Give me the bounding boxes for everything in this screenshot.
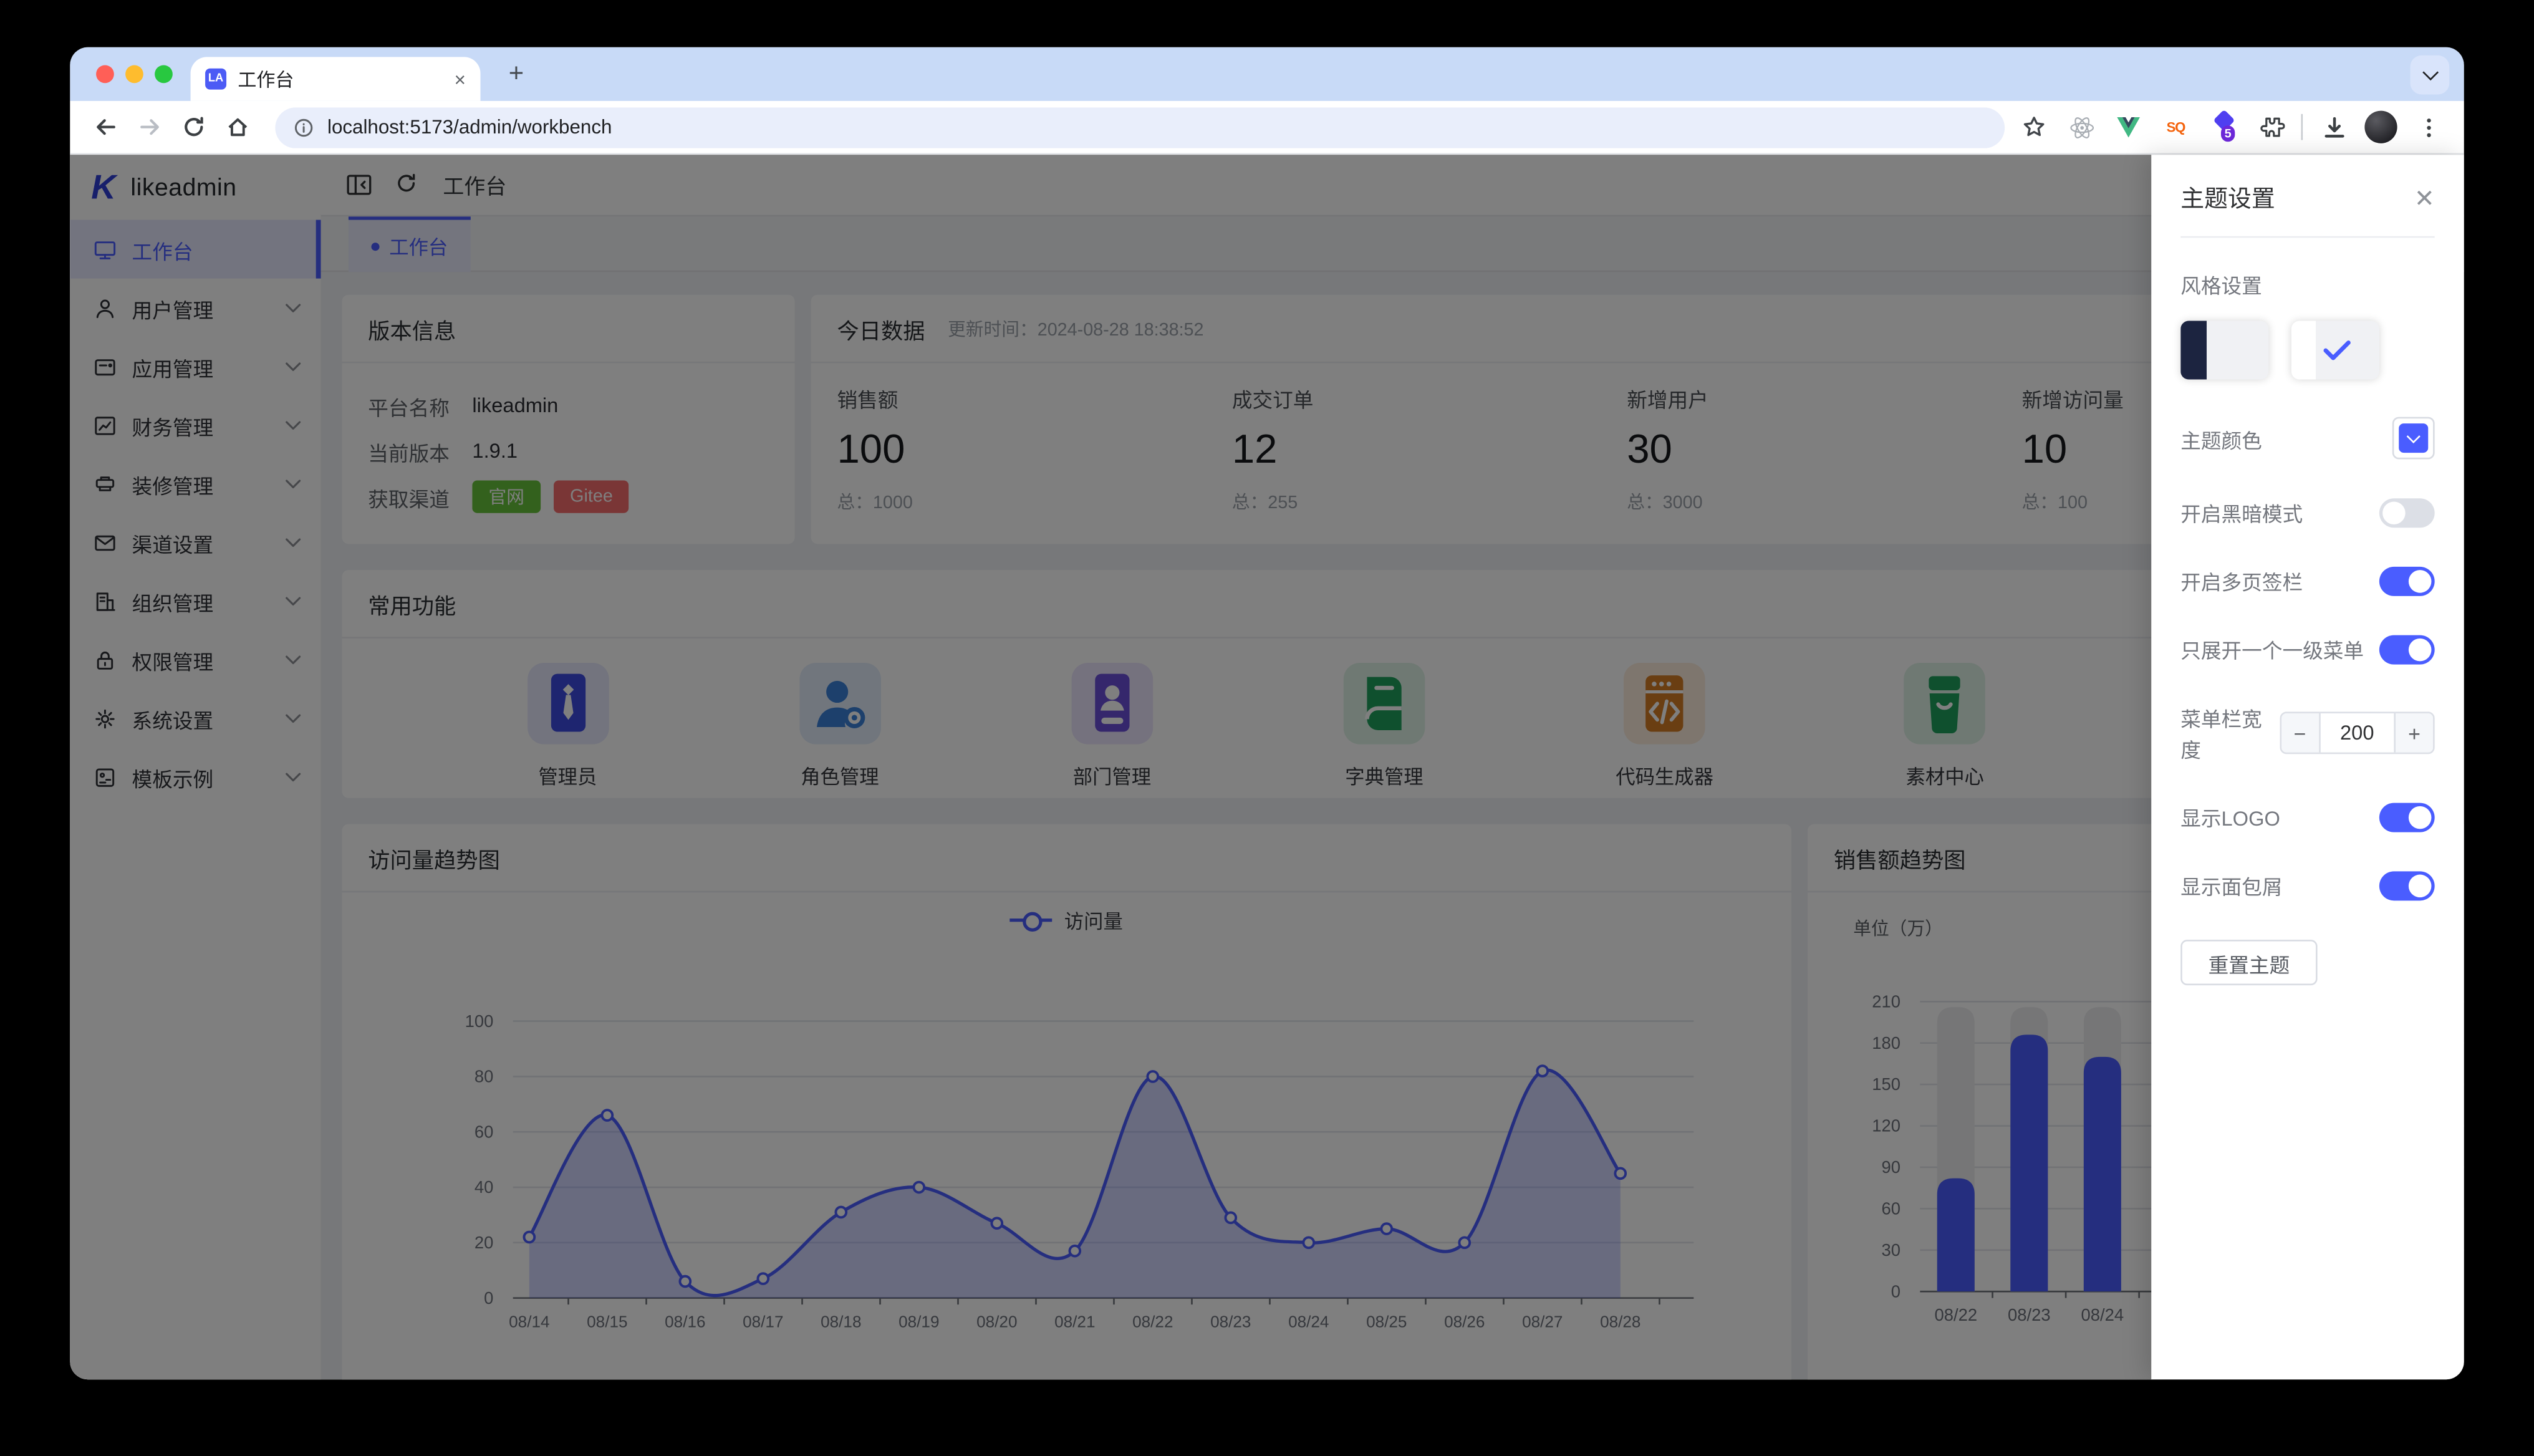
menu-width-value[interactable]: 200 [2320, 713, 2394, 753]
close-icon[interactable]: ✕ [2414, 183, 2435, 212]
modal-overlay[interactable] [70, 155, 2464, 1380]
reset-theme-button[interactable]: 重置主题 [2180, 940, 2318, 986]
setting-label: 开启黑暗模式 [2180, 503, 2303, 526]
screen: LA 工作台 × + localhost:5173/admin/workbenc… [0, 0, 2534, 1456]
home-button[interactable] [218, 107, 258, 147]
setting-row-show-logo: 显示LOGO [2180, 801, 2435, 832]
toolbar-actions: SQ 5 [2018, 110, 2448, 143]
extensions-puzzle-icon[interactable] [2254, 111, 2286, 143]
bookmark-star-icon[interactable] [2018, 111, 2050, 143]
profile-avatar[interactable] [2364, 110, 2397, 143]
reload-button[interactable] [174, 107, 213, 147]
style-section-label: 风格设置 [2180, 275, 2262, 298]
site-info-icon[interactable] [293, 117, 314, 138]
theme-color-label: 主题颜色 [2180, 429, 2262, 452]
tab-favicon: LA [205, 68, 227, 90]
toolbar-divider [2301, 113, 2303, 140]
tab-close-icon[interactable]: × [455, 67, 466, 90]
setting-row-show-breadcrumb: 显示面包屑 [2180, 870, 2435, 901]
fullscreen-window-button[interactable] [155, 65, 173, 84]
svg-text:5: 5 [2223, 127, 2230, 141]
toggle-show-logo[interactable] [2379, 802, 2435, 832]
menu-width-stepper: − 200 + [2279, 711, 2435, 755]
theme-color-picker[interactable] [2392, 417, 2435, 460]
setting-label: 只展开一个一级菜单 [2180, 640, 2364, 663]
style-option-light-sidebar[interactable] [2291, 321, 2379, 380]
page-viewport: K likeadmin 工作台用户管理应用管理财务管理装修管理渠道设置组织管理权… [70, 155, 2464, 1380]
tab-search-button[interactable] [2410, 55, 2450, 95]
drawer-divider [2180, 236, 2435, 238]
toggle-show-breadcrumb[interactable] [2379, 870, 2435, 900]
url-text: localhost:5173/admin/workbench [327, 115, 612, 139]
setting-row-multi-tab: 开启多页签栏 [2180, 565, 2435, 596]
setting-row-single-expand: 只展开一个一级菜单 [2180, 634, 2435, 665]
close-window-button[interactable] [96, 65, 114, 84]
tab-title: 工作台 [238, 70, 294, 90]
decrease-button[interactable]: − [2281, 713, 2321, 753]
vue5-badge-extension-icon[interactable]: 5 [2207, 110, 2239, 143]
downloads-icon[interactable] [2318, 111, 2350, 143]
toggle-single-expand[interactable] [2379, 634, 2435, 664]
new-tab-button[interactable]: + [497, 55, 536, 95]
setting-label: 显示面包屑 [2180, 876, 2283, 899]
chevron-down-icon [2406, 428, 2421, 443]
dark-sidebar-preview [2180, 321, 2207, 380]
theme-settings-drawer: 主题设置 ✕ 风格设置 主题颜色 开启黑暗模式 开启多页签栏 只展开一个一级菜单… [2151, 155, 2464, 1380]
increase-button[interactable]: + [2394, 713, 2434, 753]
browser-tabstrip: LA 工作台 × + [70, 47, 2464, 101]
address-bar[interactable]: localhost:5173/admin/workbench [275, 107, 2005, 148]
setting-row-dark-mode: 开启黑暗模式 [2180, 497, 2435, 528]
toggle-dark-mode[interactable] [2379, 497, 2435, 527]
menu-width-label: 菜单栏宽度 [2180, 708, 2262, 763]
browser-menu-icon[interactable] [2412, 111, 2444, 143]
drawer-title: 主题设置 [2180, 187, 2275, 214]
light-sidebar-preview [2291, 321, 2316, 380]
sq-extension-icon[interactable]: SQ [2159, 111, 2192, 143]
back-button[interactable] [86, 107, 125, 147]
browser-tab[interactable]: LA 工作台 × [190, 57, 481, 101]
chevron-down-icon [2421, 64, 2438, 81]
react-devtools-icon[interactable] [2065, 111, 2098, 143]
vue-devtools-icon[interactable] [2112, 111, 2145, 143]
selected-check-icon [2323, 340, 2351, 360]
browser-toolbar: localhost:5173/admin/workbench SQ 5 [70, 100, 2464, 155]
setting-label: 显示LOGO [2180, 808, 2280, 831]
minimize-window-button[interactable] [125, 65, 143, 84]
browser-window: LA 工作台 × + localhost:5173/admin/workbenc… [70, 47, 2464, 1380]
toggle-multi-tab[interactable] [2379, 566, 2435, 595]
setting-label: 开启多页签栏 [2180, 571, 2303, 595]
forward-button[interactable] [130, 107, 170, 147]
style-option-dark-sidebar[interactable] [2180, 321, 2269, 380]
